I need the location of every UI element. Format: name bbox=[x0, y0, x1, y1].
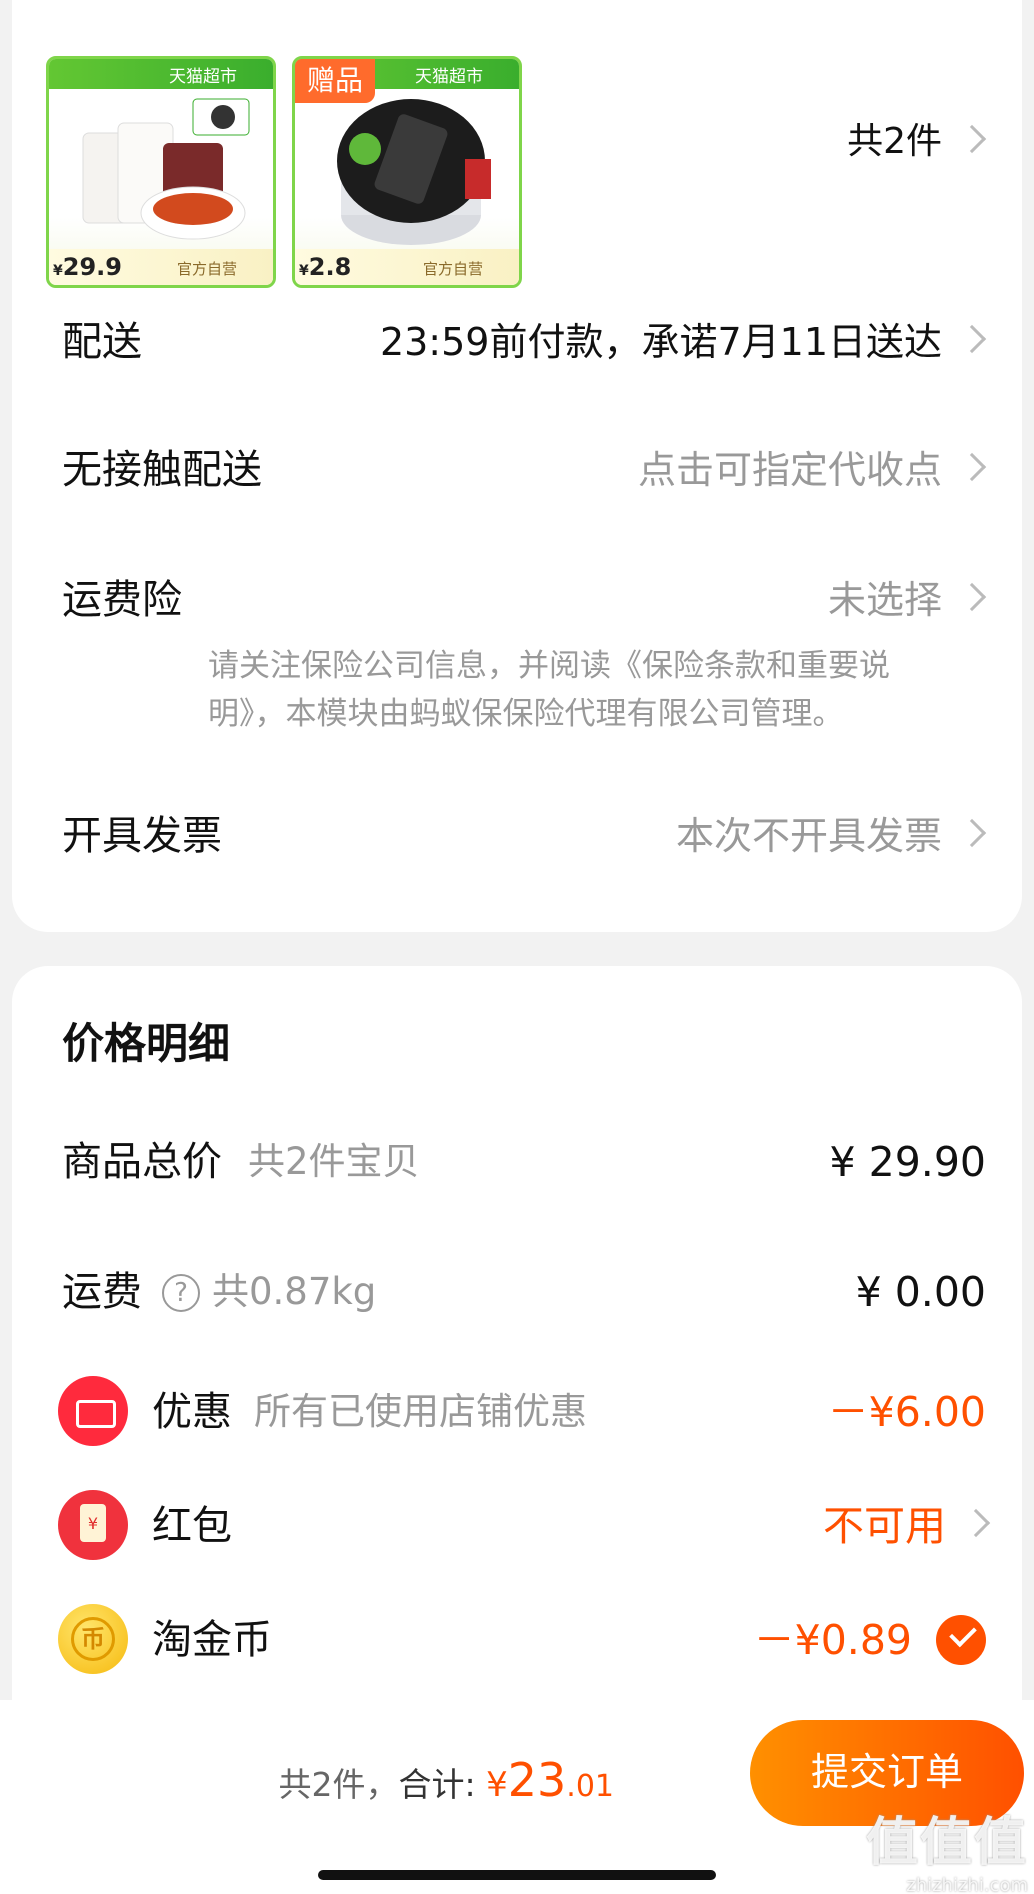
watermark-text: 值值值 bbox=[865, 1813, 1028, 1873]
goods-total-label: 商品总价 bbox=[62, 1139, 222, 1185]
insurance-note-line: 明》，本模块由蚂蚁保保险代理有限公司管理。 bbox=[208, 696, 844, 732]
product-thumbnail-2[interactable]: 天猫超市 赠品 ¥2.8 官方自营 bbox=[292, 56, 522, 288]
order-info-card: 天猫超市 ¥29.9 官方自营 天猫超市 赠品 ¥2.8 官方自营 共2件 配送… bbox=[12, 0, 1022, 932]
total-label: 合计: bbox=[398, 1765, 476, 1804]
invoice-value: 本次不开具发票 bbox=[675, 814, 942, 858]
contactless-row[interactable]: 无接触配送 点击可指定代收点 bbox=[62, 440, 987, 500]
discount-row[interactable]: 优惠 所有已使用店铺优惠 －¥6.00 bbox=[58, 1376, 986, 1446]
insurance-note: 请关注保险公司信息，并阅读《保险条款和重要说 明》，本模块由蚂蚁保保险代理有限公… bbox=[208, 642, 988, 738]
contactless-value: 点击可指定代收点 bbox=[637, 448, 942, 492]
insurance-note-line: 请关注保险公司信息，并阅读《保险条款和重要说 bbox=[208, 648, 890, 684]
taojinbi-label: 淘金币 bbox=[152, 1617, 272, 1663]
checkout-bar: 共2件，合计: ¥23.01 提交订单 值值值 zhizhizhi.com bbox=[0, 1700, 1034, 1894]
tmall-band bbox=[49, 59, 273, 89]
help-icon[interactable]: ? bbox=[162, 1274, 200, 1312]
taojinbi-row[interactable]: 币 淘金币 －¥0.89 bbox=[58, 1604, 986, 1674]
red-packet-row[interactable]: ¥ 红包 不可用 bbox=[58, 1490, 991, 1560]
goods-total-sub: 共2件宝贝 bbox=[248, 1140, 420, 1183]
chevron-right-icon bbox=[957, 124, 987, 154]
contactless-label: 无接触配送 bbox=[62, 447, 262, 493]
red-packet-icon: ¥ bbox=[58, 1490, 128, 1560]
delivery-label: 配送 bbox=[62, 319, 142, 365]
product-count: 共2件 bbox=[847, 121, 942, 162]
product-count-row[interactable]: 共2件 bbox=[62, 112, 987, 172]
store-tag: 天猫超市 bbox=[169, 67, 237, 87]
watermark-url: zhizhizhi.com bbox=[906, 1875, 1028, 1894]
price-detail-card: 价格明细 商品总价 共2件宝贝 ¥ 29.90 运费 ? 共0.87kg ¥ 0… bbox=[12, 966, 1022, 1726]
red-packet-status: 不可用 bbox=[823, 1502, 946, 1550]
watermark: 值值值 zhizhizhi.com bbox=[866, 1800, 1028, 1894]
goods-total-row: 商品总价 共2件宝贝 ¥ 29.90 bbox=[62, 1132, 986, 1192]
chevron-right-icon bbox=[957, 452, 987, 482]
order-summary: 共2件，合计: ¥23.01 bbox=[278, 1750, 614, 1817]
shipping-weight: 共0.87kg bbox=[212, 1270, 377, 1313]
self-operated-label: 官方自营 bbox=[176, 260, 237, 278]
home-indicator[interactable] bbox=[318, 1870, 716, 1880]
chevron-right-icon bbox=[957, 818, 987, 848]
shipping-insurance-label: 运费险 bbox=[62, 577, 182, 623]
product-price-1: ¥29.9 bbox=[53, 253, 122, 281]
shipping-fee-row: 运费 ? 共0.87kg ¥ 0.00 bbox=[62, 1262, 986, 1322]
coin-icon-mark: 币 bbox=[71, 1617, 115, 1661]
product-price-2: ¥2.8 bbox=[299, 253, 352, 281]
discount-label: 优惠 bbox=[152, 1389, 232, 1435]
chevron-right-icon bbox=[957, 324, 987, 354]
price-detail-title: 价格明细 bbox=[62, 1019, 231, 1068]
discount-amount: －¥6.00 bbox=[827, 1388, 986, 1436]
taojinbi-amount: －¥0.89 bbox=[753, 1616, 912, 1664]
invoice-row[interactable]: 开具发票 本次不开具发票 bbox=[62, 806, 987, 866]
checkmark-icon[interactable] bbox=[936, 1615, 986, 1665]
coin-icon: 币 bbox=[58, 1604, 128, 1674]
shipping-fee-amount: ¥ 0.00 bbox=[855, 1268, 986, 1316]
discount-sub: 所有已使用店铺优惠 bbox=[254, 1390, 587, 1433]
shipping-insurance-row[interactable]: 运费险 未选择 bbox=[62, 570, 987, 630]
invoice-label: 开具发票 bbox=[62, 813, 222, 859]
self-operated-label: 官方自营 bbox=[422, 260, 483, 278]
chevron-right-icon bbox=[957, 582, 987, 612]
delivery-value: 23:59前付款，承诺7月11日送达 bbox=[379, 320, 942, 364]
red-packet-icon-mark: ¥ bbox=[80, 1504, 106, 1542]
delivery-row[interactable]: 配送 23:59前付款，承诺7月11日送达 bbox=[62, 312, 987, 372]
item-count: 共2件， bbox=[278, 1765, 399, 1804]
total-amount: ¥23.01 bbox=[486, 1753, 614, 1807]
red-packet-label: 红包 bbox=[152, 1503, 232, 1549]
shipping-fee-label: 运费 bbox=[62, 1269, 142, 1315]
goods-total-amount: ¥ 29.90 bbox=[829, 1138, 987, 1186]
product-thumbnail-1[interactable]: 天猫超市 ¥29.9 官方自营 bbox=[46, 56, 276, 288]
store-tag: 天猫超市 bbox=[415, 67, 483, 87]
coupon-icon bbox=[58, 1376, 128, 1446]
chevron-right-icon bbox=[961, 1508, 991, 1538]
gift-badge: 赠品 bbox=[295, 59, 375, 103]
shipping-insurance-value: 未选择 bbox=[827, 578, 942, 622]
